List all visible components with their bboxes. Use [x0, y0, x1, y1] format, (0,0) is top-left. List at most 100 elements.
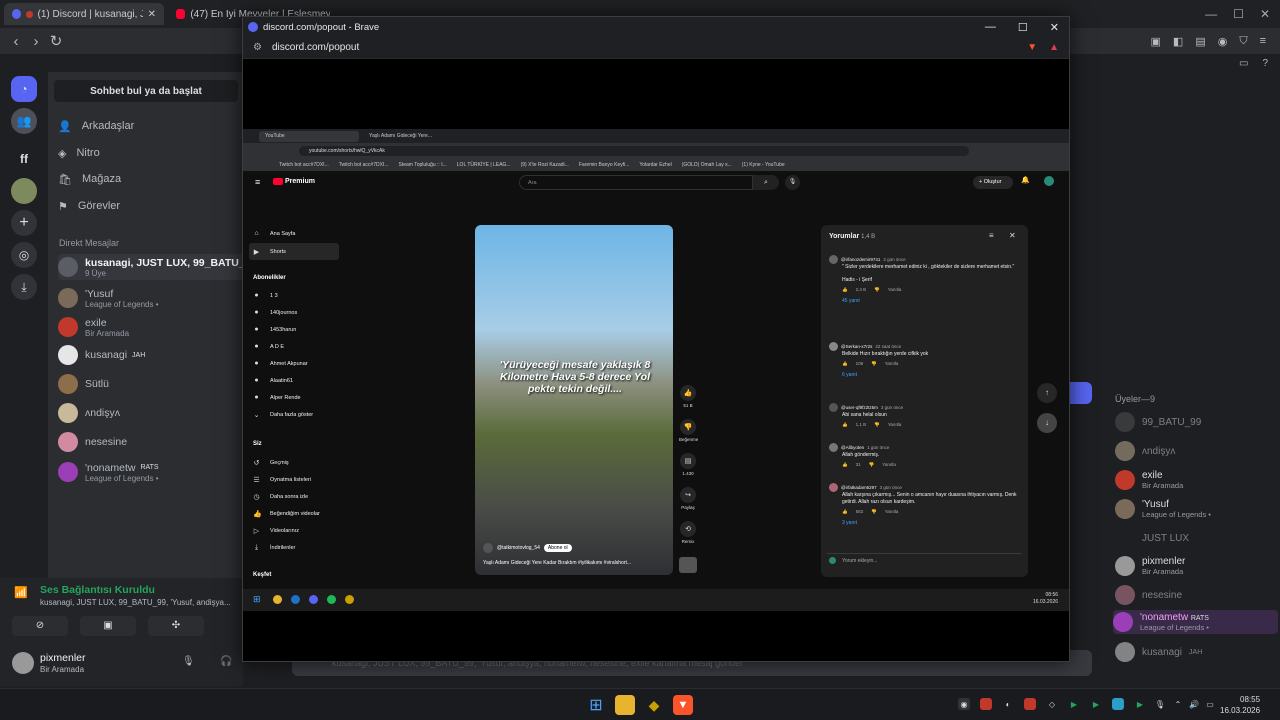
like-icon[interactable]: 👍: [842, 422, 848, 428]
add-comment-input[interactable]: Yorum ekleyin...: [827, 553, 1022, 567]
ff-server-icon[interactable]: ff: [11, 146, 37, 172]
sidebar-icon[interactable]: ◧: [1173, 35, 1183, 48]
channel-avatar[interactable]: [483, 543, 493, 553]
sound-thumbnail[interactable]: [679, 557, 697, 573]
member-item[interactable]: pixmenler Bir Aramada: [1115, 554, 1275, 578]
reload-icon[interactable]: ↻: [46, 32, 66, 50]
yt-nav-home[interactable]: ⌂ Ana Sayfa: [249, 225, 339, 242]
close-icon[interactable]: ✕: [1260, 7, 1270, 21]
member-item[interactable]: nesesine: [1115, 583, 1275, 607]
yt-sub-item[interactable]: ● Ahmet Akpunar: [249, 355, 339, 372]
yt-nav-downloads[interactable]: ⤓ İndirilenler: [249, 539, 339, 556]
replies-toggle[interactable]: 3 yanıt: [842, 520, 1019, 526]
shorts-video[interactable]: 'Yürüyeceği mesafe yaklaşık 8 Kilometre …: [475, 225, 673, 575]
like-icon[interactable]: 👍: [842, 509, 848, 515]
wallet-icon[interactable]: ▤: [1195, 35, 1205, 48]
dm-item[interactable]: kusanagi JAH: [58, 342, 258, 368]
popout-url[interactable]: discord.com/popout: [272, 42, 359, 53]
dm-item[interactable]: ᴧndişyᴧ: [58, 400, 258, 426]
close-icon[interactable]: ✕: [1009, 231, 1016, 240]
brave-shields-icon[interactable]: ▼: [1027, 42, 1037, 53]
microphone-icon[interactable]: 🎙: [182, 656, 195, 667]
member-item[interactable]: JUST LUX: [1115, 526, 1275, 550]
tray-app-icon[interactable]: [1112, 698, 1124, 710]
tab-discord[interactable]: (1) Discord | kusanagi, JUST L ✕: [4, 3, 164, 25]
chevron-up-icon[interactable]: ⌃: [1172, 698, 1184, 710]
bookmark[interactable]: Twitch bot acc#7DXI...: [339, 162, 389, 168]
nav-nitro[interactable]: ◈ Nitro: [58, 141, 238, 165]
bookmark[interactable]: Faremin Banyo Keyfi...: [579, 162, 630, 168]
bookmark[interactable]: Yolardar Ezhel: [639, 162, 671, 168]
member-item[interactable]: ᴧndişyᴧ: [1115, 439, 1275, 463]
site-settings-icon[interactable]: ⚙: [253, 42, 262, 53]
yt-show-more[interactable]: ⌄ Daha fazla göster: [249, 406, 339, 423]
yt-tab[interactable]: YouTube: [259, 131, 359, 142]
like-icon[interactable]: 👍: [842, 287, 848, 293]
avatar[interactable]: [829, 483, 838, 492]
comment-author[interactable]: @user-qf9fz2tz5m: [841, 405, 878, 410]
bookmark[interactable]: (9) X'te Rozi Kazadi...: [521, 162, 569, 168]
dislike-icon[interactable]: 👎: [869, 462, 875, 468]
headphones-icon[interactable]: 🎧: [220, 656, 232, 667]
brave-rewards-icon[interactable]: ▲: [1049, 42, 1059, 53]
subscriptions-header[interactable]: Abonelikler: [253, 275, 286, 281]
yt-url[interactable]: youtube.com/shorts/hwlQ_yVkcAk: [299, 146, 969, 156]
windows-start-icon[interactable]: ⊞: [586, 695, 606, 715]
bookmark[interactable]: Steam Topluluğu :: I...: [399, 162, 447, 168]
back-arrow-icon[interactable]: ‹: [6, 33, 26, 50]
bookmark[interactable]: LOL TÜRKİYE | LEAG...: [457, 162, 511, 168]
screen-share-button[interactable]: ▣: [80, 616, 136, 636]
tray-app-icon[interactable]: ◐: [1002, 698, 1014, 710]
nav-shop[interactable]: 🛍 Mağaza: [58, 167, 238, 191]
avatar[interactable]: [829, 403, 838, 412]
discover-icon[interactable]: ◎: [11, 242, 37, 268]
league-launcher-icon[interactable]: ◆: [644, 695, 664, 715]
dislike-icon[interactable]: 👎: [871, 361, 877, 367]
replies-toggle[interactable]: 6 yanıt: [842, 372, 1019, 378]
maximize-icon[interactable]: ☐: [1018, 21, 1028, 34]
nav-friends[interactable]: 👤 Arkadaşlar: [58, 114, 238, 138]
hamburger-menu-icon[interactable]: ≡: [255, 177, 260, 187]
nav-quests[interactable]: ⚑ Görevler: [58, 194, 238, 218]
inbox-icon[interactable]: ▭: [1239, 58, 1248, 70]
yt-nav-playlists[interactable]: ☰ Oynatma listeleri: [249, 471, 339, 488]
yt-nav-watch-later[interactable]: ◷ Daha sonra izle: [249, 488, 339, 505]
minimize-icon[interactable]: —: [985, 21, 996, 34]
help-icon[interactable]: ?: [1262, 58, 1268, 70]
yt-nav-liked[interactable]: 👍 Beğendiğim videolar: [249, 505, 339, 522]
member-item[interactable]: 'nonametw RATS League of Legends •: [1113, 610, 1278, 634]
dm-item[interactable]: exile Bir Aramada: [58, 314, 258, 340]
remix-button[interactable]: ⟲ Remix: [679, 521, 697, 544]
group-dm-icon[interactable]: 👥: [11, 108, 37, 134]
tray-app-icon[interactable]: ▶: [1134, 698, 1146, 710]
tray-app-icon[interactable]: ▶: [1090, 698, 1102, 710]
dm-item[interactable]: nesesine: [58, 429, 258, 455]
reply-button[interactable]: Yanıtla: [885, 509, 899, 515]
member-item[interactable]: 'Yusuf League of Legends •: [1115, 497, 1275, 521]
voice-search-icon[interactable]: 🎙: [785, 175, 800, 190]
create-button[interactable]: + Oluştur: [973, 176, 1013, 189]
reply-button[interactable]: Yanıtla: [882, 462, 896, 468]
tab-search-icon[interactable]: ▣: [1151, 35, 1161, 48]
minimize-icon[interactable]: —: [1205, 7, 1217, 21]
close-tab-icon[interactable]: ✕: [148, 9, 156, 20]
avatar[interactable]: [12, 652, 34, 674]
member-item[interactable]: exile Bir Aramada: [1115, 468, 1275, 492]
clock[interactable]: 08:55 16.03.2026: [1220, 694, 1260, 716]
brave-browser-icon[interactable]: ▼: [673, 695, 693, 715]
dislike-icon[interactable]: 👎: [874, 287, 880, 293]
avatar[interactable]: [829, 443, 838, 452]
microphone-icon[interactable]: 🎙: [1154, 698, 1166, 710]
like-icon[interactable]: 👍: [842, 462, 848, 468]
server-avatar[interactable]: [11, 178, 37, 204]
add-server-icon[interactable]: +: [11, 210, 37, 236]
dm-item-group[interactable]: kusanagi, JUST LUX, 99_BATU_99 9 Üye: [58, 254, 258, 280]
bookmark[interactable]: (1) Kyne - YouTube: [742, 162, 785, 168]
subscribe-button[interactable]: Abone ol: [543, 544, 572, 552]
sort-icon[interactable]: ≡: [989, 231, 994, 240]
video-title[interactable]: Yaşlı Adamı Gideceği Yere Kadar Bıraktım…: [483, 560, 668, 566]
comment-author[interactable]: @irfanozdemir9741: [841, 257, 880, 262]
like-button[interactable]: 👍 51 B: [679, 385, 697, 408]
yt-sub-item[interactable]: ● 1 3: [249, 287, 339, 304]
yt-logo[interactable]: Premium: [273, 178, 315, 185]
